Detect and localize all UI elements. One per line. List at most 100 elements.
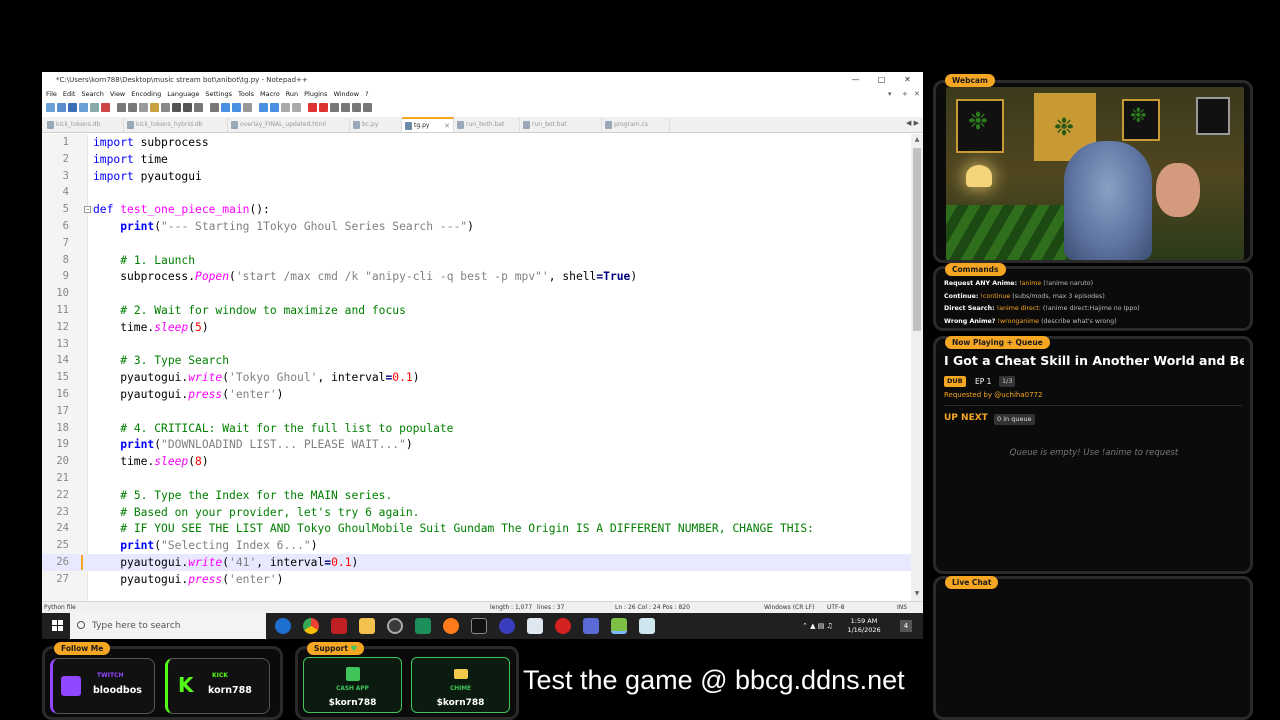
notepadpp-taskbar-icon[interactable] xyxy=(611,618,627,634)
code-line[interactable]: 10 xyxy=(42,285,911,302)
scrollbar-thumb[interactable] xyxy=(913,148,921,331)
tray-icons[interactable]: ⌃ ▲ ▤ ♫ xyxy=(802,613,833,639)
code-line[interactable]: 25 print("Selecting Index 6...") xyxy=(42,537,911,554)
file-tab[interactable]: program.cs xyxy=(602,118,670,132)
toolbar-button-icon[interactable] xyxy=(161,102,170,112)
toolbar-button-icon[interactable] xyxy=(172,102,181,112)
code-line[interactable]: 24 # IF YOU SEE THE LIST AND Tokyo Ghoul… xyxy=(42,520,911,537)
menu-item[interactable]: Window xyxy=(333,88,359,100)
code-line[interactable]: 27 pyautogui.press('enter') xyxy=(42,571,911,588)
code-line[interactable]: 15 pyautogui.write('Tokyo Ghoul', interv… xyxy=(42,369,911,386)
code-line[interactable]: 26 pyautogui.write('41', interval=0.1) xyxy=(42,554,911,571)
code-line[interactable]: 8 # 1. Launch xyxy=(42,252,911,269)
kick-box[interactable]: K KICK korn788 xyxy=(165,658,270,714)
toolbar-button-icon[interactable] xyxy=(281,102,290,112)
code-line[interactable]: 1 import subprocess xyxy=(42,134,911,151)
window-titlebar[interactable]: *C:\Users\korn788\Desktop\music stream b… xyxy=(42,72,923,88)
menu-item[interactable]: File xyxy=(46,88,57,100)
window-app-icon[interactable] xyxy=(527,618,543,634)
tab-close-icon[interactable]: ✕ xyxy=(444,119,450,132)
maximize-button[interactable]: □ xyxy=(868,72,895,88)
taskbar-search-box[interactable]: Type here to search xyxy=(70,613,266,639)
code-line[interactable]: 18 # 4. CRITICAL: Wait for the full list… xyxy=(42,420,911,437)
code-line[interactable]: 12 time.sleep(5) xyxy=(42,319,911,336)
toolbar-button-icon[interactable] xyxy=(90,102,99,112)
toolbar-button-icon[interactable] xyxy=(46,102,55,112)
terminal-icon[interactable] xyxy=(471,618,487,634)
code-line[interactable]: 2 import time xyxy=(42,151,911,168)
scroll-up-icon[interactable]: ▲ xyxy=(911,136,923,143)
file-tab[interactable]: run_bot.bat xyxy=(520,118,602,132)
toolbar-button-icon[interactable] xyxy=(101,102,110,112)
doc-close-icon[interactable]: ✕ xyxy=(914,88,920,100)
menu-item[interactable]: Tools xyxy=(238,88,254,100)
code-line[interactable]: 17 xyxy=(42,403,911,420)
toolbar-button-icon[interactable] xyxy=(243,102,252,112)
code-line[interactable]: 5 − def test_one_piece_main(): xyxy=(42,201,911,218)
toolbar-button-icon[interactable] xyxy=(194,102,203,112)
fold-toggle-icon[interactable]: − xyxy=(84,206,91,214)
code-line[interactable]: 16 pyautogui.press('enter') xyxy=(42,386,911,403)
menu-item[interactable]: Encoding xyxy=(131,88,161,100)
code-line[interactable]: 20 time.sleep(8) xyxy=(42,453,911,470)
tab-scroll-arrows-icon[interactable]: ◀ ▶ xyxy=(906,119,919,127)
code-line[interactable]: 21 xyxy=(42,470,911,487)
file-tab[interactable]: tg.py ✕ xyxy=(402,117,454,132)
close-button[interactable]: ✕ xyxy=(894,72,921,88)
code-line[interactable]: 14 # 3. Type Search xyxy=(42,352,911,369)
edge-icon[interactable] xyxy=(275,618,291,634)
toolbar-button-icon[interactable] xyxy=(128,102,137,112)
file-tab[interactable]: bc.py xyxy=(350,118,402,132)
media-app-icon[interactable] xyxy=(331,618,347,634)
code-line[interactable]: 6 print("--- Starting 1Tokyo Ghoul Serie… xyxy=(42,218,911,235)
menu-item[interactable]: ? xyxy=(365,88,368,100)
menu-item[interactable]: Plugins xyxy=(304,88,327,100)
notification-icon[interactable]: 4 xyxy=(900,620,912,632)
windows-start-icon[interactable] xyxy=(52,620,63,631)
toolbar-button-icon[interactable] xyxy=(363,102,372,112)
code-line[interactable]: 11 # 2. Wait for window to maximize and … xyxy=(42,302,911,319)
toolbar-button-icon[interactable] xyxy=(183,102,192,112)
notepad-icon[interactable] xyxy=(639,618,655,634)
toolbar-button-icon[interactable] xyxy=(319,102,328,112)
menu-item[interactable]: Search xyxy=(81,88,103,100)
cashapp-box[interactable]: CASH APP $korn788 xyxy=(303,657,402,713)
toolbar-button-icon[interactable] xyxy=(210,102,219,112)
minimize-button[interactable]: — xyxy=(842,72,869,88)
toolbar-button-icon[interactable] xyxy=(330,102,339,112)
menu-item[interactable]: Run xyxy=(286,88,298,100)
doc-add-icon[interactable]: + xyxy=(902,88,908,100)
file-tab[interactable]: run_both.bat xyxy=(454,118,520,132)
twitch-box[interactable]: TWITCH bloodbos xyxy=(50,658,155,714)
firefox-icon[interactable] xyxy=(443,618,459,634)
file-explorer-icon[interactable] xyxy=(359,618,375,634)
player-icon[interactable] xyxy=(499,618,515,634)
toolbar-button-icon[interactable] xyxy=(270,102,279,112)
toolbar-button-icon[interactable] xyxy=(352,102,361,112)
menu-item[interactable]: View xyxy=(110,88,125,100)
code-editor[interactable]: 1 import subprocess 2 import time 3 import py… xyxy=(42,134,911,601)
obs-icon[interactable] xyxy=(387,618,403,634)
toolbar-button-icon[interactable] xyxy=(259,102,268,112)
code-line[interactable]: 4 xyxy=(42,184,911,201)
toolbar-button-icon[interactable] xyxy=(292,102,301,112)
scroll-down-icon[interactable]: ▼ xyxy=(911,590,923,597)
toolbar-button-icon[interactable] xyxy=(57,102,66,112)
toolbar-button-icon[interactable] xyxy=(232,102,241,112)
code-line[interactable]: 9 subprocess.Popen('start /max cmd /k "a… xyxy=(42,268,911,285)
code-line[interactable]: 7 xyxy=(42,235,911,252)
vertical-scrollbar[interactable]: ▲ ▼ xyxy=(911,134,923,601)
code-line[interactable]: 23 # Based on your provider, let's try 6… xyxy=(42,504,911,521)
menu-item[interactable]: Edit xyxy=(63,88,76,100)
file-tab[interactable]: kick_tokens_hybrid.db xyxy=(124,118,228,132)
chime-box[interactable]: CHIME $korn788 xyxy=(411,657,510,713)
file-tab[interactable]: kick_tokens.db xyxy=(44,118,124,132)
app-green-icon[interactable] xyxy=(415,618,431,634)
toolbar-button-icon[interactable] xyxy=(117,102,126,112)
code-line[interactable]: 22 # 5. Type the Index for the MAIN seri… xyxy=(42,487,911,504)
toolbar-button-icon[interactable] xyxy=(139,102,148,112)
code-line[interactable]: 13 xyxy=(42,336,911,353)
taskbar-clock[interactable]: 1:59 AM 1/16/2026 xyxy=(844,617,884,635)
toolbar-button-icon[interactable] xyxy=(308,102,317,112)
menu-item[interactable]: Language xyxy=(167,88,199,100)
